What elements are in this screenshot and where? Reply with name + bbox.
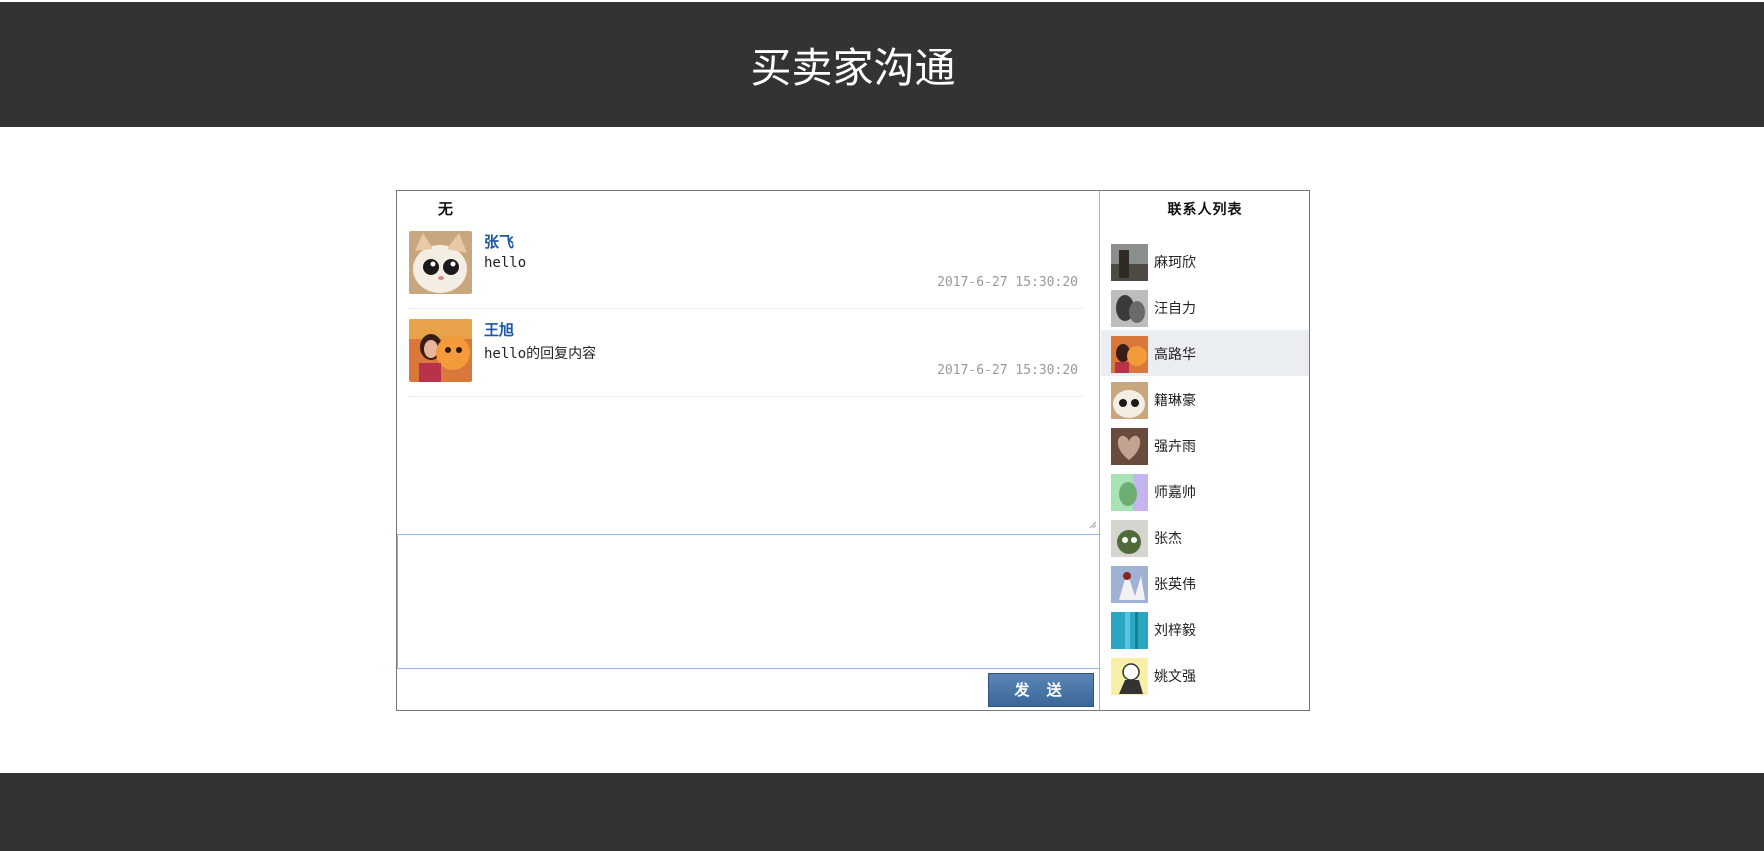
resize-grip-icon[interactable]	[1089, 521, 1097, 529]
message-text: hello	[484, 255, 527, 271]
message-time: 2017-6-27 15:30:20	[937, 363, 1078, 378]
message-item: 王旭 hello的回复内容 2017-6-27 15:30:20	[409, 309, 1084, 397]
contact-name: 高路华	[1154, 347, 1196, 363]
message-item: 张飞 hello 2017-6-27 15:30:20	[409, 221, 1084, 309]
contact-name: 张英伟	[1154, 577, 1196, 593]
chat-current-contact: 无	[438, 200, 454, 218]
message-input[interactable]	[397, 534, 1100, 669]
avatar	[1111, 336, 1148, 373]
chat-window: 无 张飞 hello 2017-6-27 15:30:20 王旭 hello的回…	[396, 190, 1310, 711]
message-sender[interactable]: 王旭	[484, 319, 514, 340]
contact-name: 麻珂欣	[1154, 255, 1196, 271]
avatar	[1111, 244, 1148, 281]
contact-item[interactable]: 高路华	[1101, 330, 1309, 376]
contact-name: 师嘉帅	[1154, 485, 1196, 501]
contact-name: 籍琳豪	[1154, 393, 1196, 409]
avatar	[1111, 474, 1148, 511]
contact-name: 张杰	[1154, 531, 1182, 547]
page-footer	[0, 773, 1764, 851]
message-text: hello的回复内容	[484, 346, 597, 362]
contact-name: 姚文强	[1154, 669, 1196, 685]
contact-item[interactable]: 籍琳豪	[1101, 376, 1309, 422]
contact-item[interactable]: 张杰	[1101, 514, 1309, 560]
avatar	[1111, 566, 1148, 603]
contact-item[interactable]: 汪自力	[1101, 284, 1309, 330]
avatar	[1111, 612, 1148, 649]
avatar	[1111, 428, 1148, 465]
avatar	[1111, 520, 1148, 557]
contact-name: 刘梓毅	[1154, 623, 1196, 639]
avatar	[409, 319, 472, 382]
contact-name: 汪自力	[1154, 301, 1196, 317]
contact-list: 联系人列表 麻珂欣 汪自力 高路华 籍琳豪 强卉雨 师嘉帅 张杰 张英伟 刘梓毅…	[1101, 191, 1309, 710]
message-time: 2017-6-27 15:30:20	[937, 275, 1078, 290]
contact-item[interactable]: 强卉雨	[1101, 422, 1309, 468]
avatar	[1111, 382, 1148, 419]
contact-item[interactable]: 麻珂欣	[1101, 238, 1309, 284]
contact-list-title: 联系人列表	[1167, 202, 1243, 218]
message-list[interactable]: 张飞 hello 2017-6-27 15:30:20 王旭 hello的回复内…	[397, 221, 1099, 533]
page-title: 买卖家沟通	[750, 44, 956, 92]
avatar	[409, 231, 472, 294]
contact-item[interactable]: 姚文强	[1101, 652, 1309, 698]
avatar	[1111, 290, 1148, 327]
chat-panel: 无 张飞 hello 2017-6-27 15:30:20 王旭 hello的回…	[397, 191, 1100, 710]
avatar	[1111, 658, 1148, 695]
message-sender[interactable]: 张飞	[484, 231, 514, 252]
contact-item[interactable]: 师嘉帅	[1101, 468, 1309, 514]
contact-name: 强卉雨	[1154, 439, 1196, 455]
contact-item[interactable]: 张英伟	[1101, 560, 1309, 606]
page-header: 买卖家沟通	[0, 2, 1764, 127]
contact-item[interactable]: 刘梓毅	[1101, 606, 1309, 652]
send-button[interactable]: 发 送	[988, 673, 1094, 707]
